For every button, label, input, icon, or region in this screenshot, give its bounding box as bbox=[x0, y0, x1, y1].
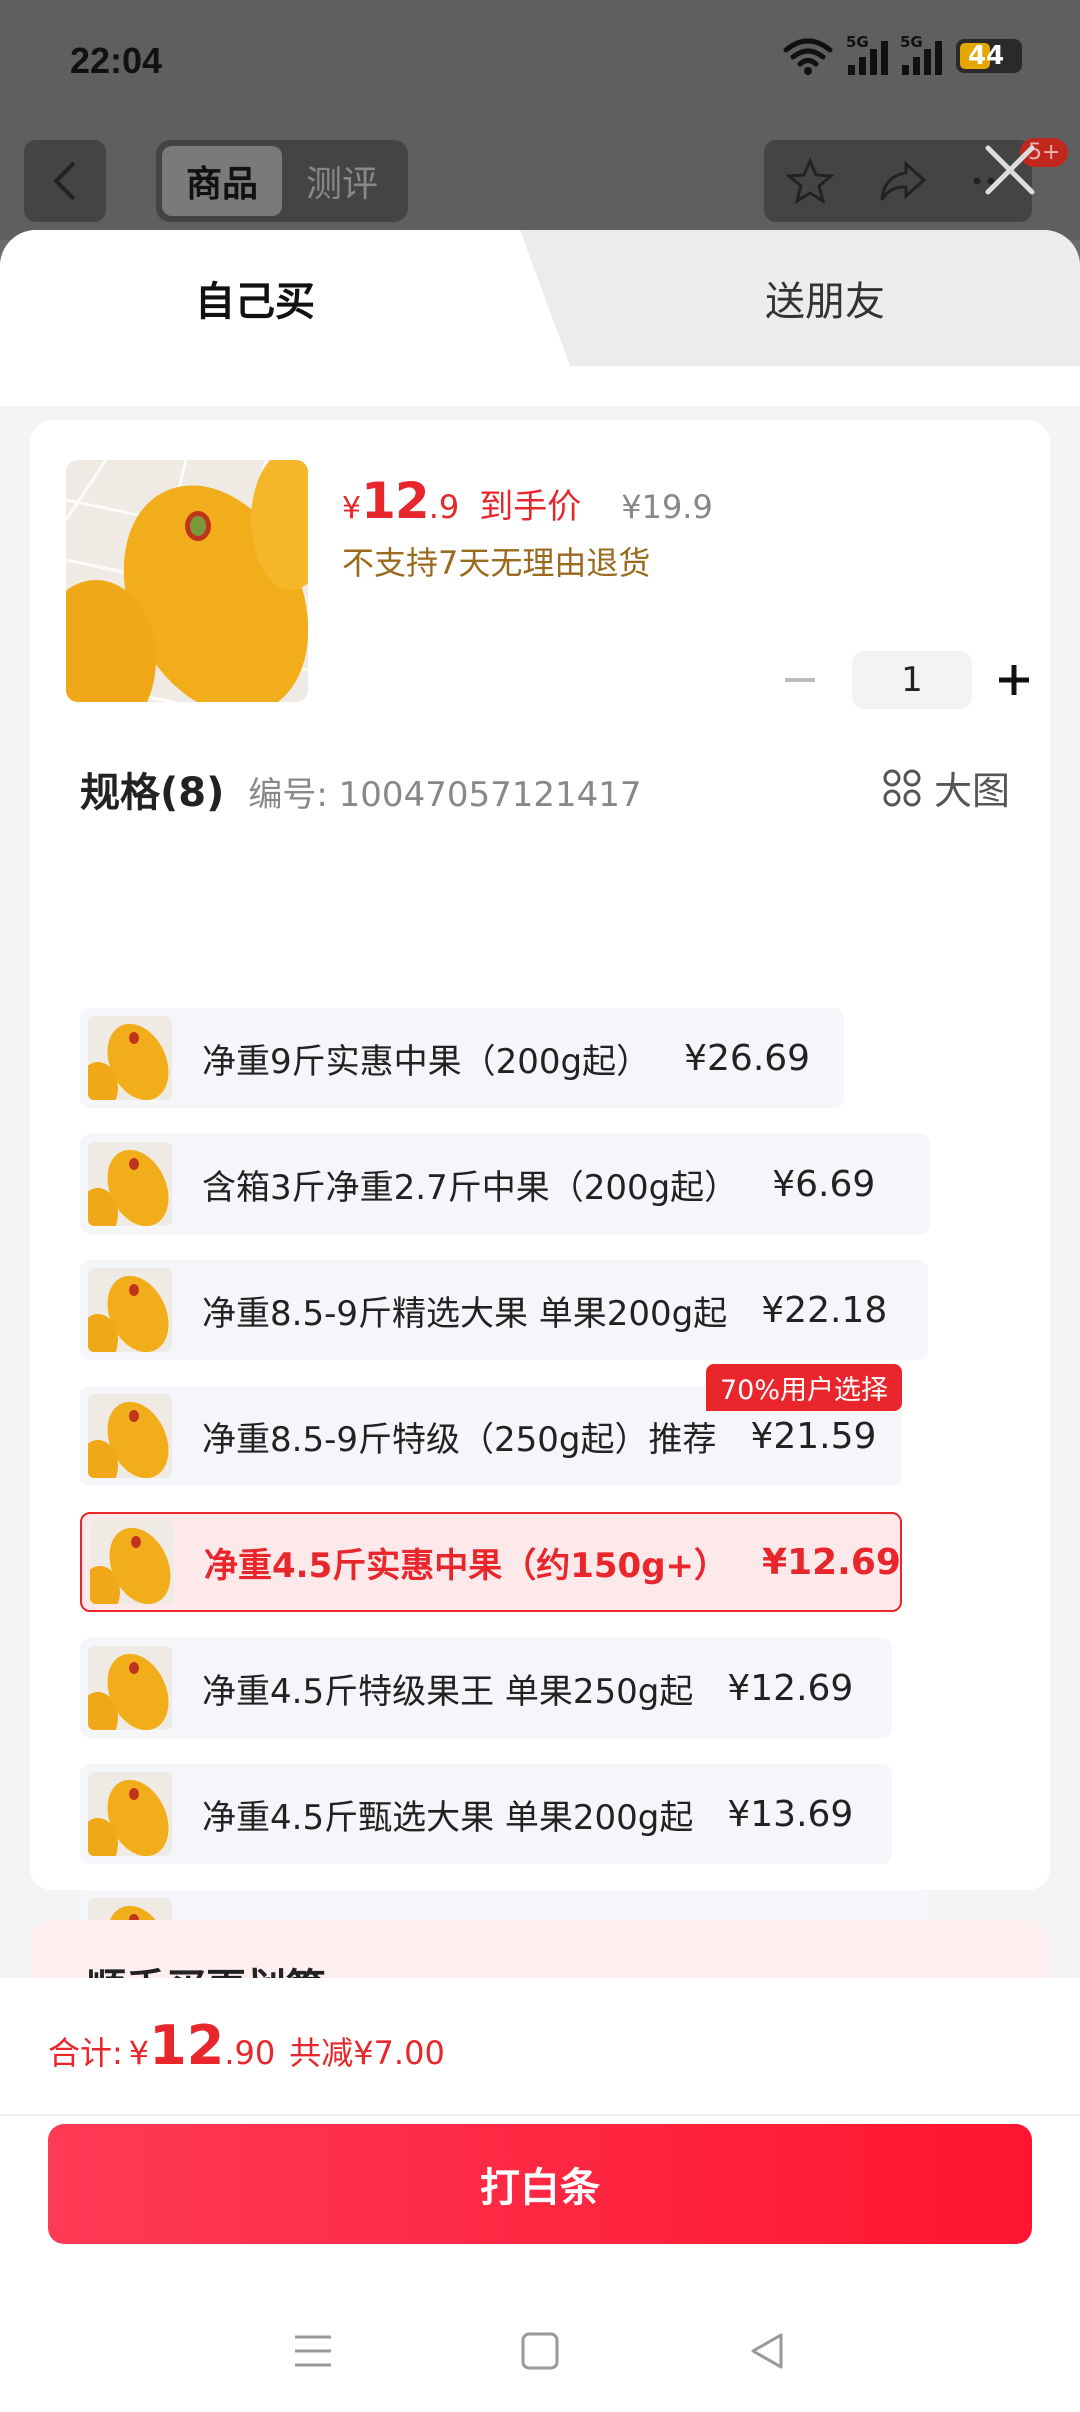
option-thumbnail bbox=[88, 1772, 172, 1856]
tab-product[interactable]: 商品 bbox=[162, 146, 282, 216]
spec-option[interactable]: 净重4.5斤甄选大果 单果200g起 ¥13.69 bbox=[80, 1764, 892, 1864]
tab-divider bbox=[0, 366, 1080, 406]
page-tabs: 商品 测评 bbox=[156, 140, 408, 222]
total-main: 12 bbox=[149, 2014, 225, 2077]
buy-mode-tabs: 送朋友 自己买 bbox=[0, 230, 1080, 366]
battery-level: 44 bbox=[968, 41, 1005, 71]
battery-icon: 44 bbox=[956, 39, 1022, 73]
spec-option[interactable]: 净重4.5斤特级果王 单果250g起 ¥12.69 bbox=[80, 1638, 892, 1738]
price-row: ¥ 12 .9 到手价 ¥19.9 bbox=[342, 472, 713, 530]
big-image-label: 大图 bbox=[933, 769, 1010, 813]
signal-icon-2: 5G bbox=[900, 33, 942, 75]
option-price: ¥13.69 bbox=[727, 1793, 854, 1835]
option-name: 净重4.5斤甄选大果 单果200g起 bbox=[202, 1797, 694, 1838]
signal-icon-1: 5G bbox=[846, 33, 888, 75]
option-name: 含箱3斤净重2.7斤中果（200g起） bbox=[202, 1167, 739, 1208]
price-label: 到手价 bbox=[479, 487, 582, 527]
option-thumbnail bbox=[88, 1142, 172, 1226]
total-currency: ¥ bbox=[128, 2034, 150, 2072]
option-name: 净重9斤实惠中果（200g起） bbox=[202, 1041, 651, 1082]
total-price: 合计: ¥ 12 .90 共减¥7.00 bbox=[48, 2014, 445, 2077]
total-label: 合计: bbox=[48, 2034, 123, 2072]
product-card: ¥ 12 .9 到手价 ¥19.9 不支持7天无理由退货 1 规格(8) 编号:… bbox=[30, 420, 1050, 1990]
tab-send-friend[interactable]: 送朋友 bbox=[570, 230, 1080, 366]
option-name: 净重4.5斤实惠中果（约150g+） bbox=[204, 1545, 729, 1586]
option-name: 净重8.5-9斤精选大果 单果200g起 bbox=[202, 1293, 728, 1334]
checkout-footer: 合计: ¥ 12 .90 共减¥7.00 打白条 bbox=[0, 1978, 1080, 2412]
status-time: 22:04 bbox=[70, 40, 163, 81]
decrease-button[interactable] bbox=[770, 650, 830, 710]
spec-option[interactable]: 净重9斤实惠中果（200g起） ¥26.69 bbox=[80, 1008, 844, 1108]
option-name: 净重4.5斤特级果王 单果250g起 bbox=[202, 1671, 694, 1712]
grid-icon bbox=[883, 769, 921, 806]
quantity-value[interactable]: 1 bbox=[852, 651, 972, 709]
spec-header: 规格(8) 编号: 10047057121417 大图 bbox=[80, 760, 1010, 818]
spec-code: 编号: 10047057121417 bbox=[248, 775, 642, 815]
spec-title: 规格(8) bbox=[80, 770, 225, 816]
option-price: ¥22.18 bbox=[761, 1289, 888, 1331]
tab-buy-self[interactable]: 自己买 bbox=[0, 230, 570, 366]
option-price: ¥6.69 bbox=[772, 1163, 876, 1205]
option-name: 净重8.5-9斤特级（250g起）推荐 bbox=[202, 1419, 717, 1460]
wifi-icon bbox=[783, 38, 833, 75]
price-main: 12 bbox=[361, 472, 430, 530]
plus-icon bbox=[999, 665, 1029, 695]
status-icons: 5G 5G 44 bbox=[782, 33, 1022, 76]
menu-icon[interactable] bbox=[293, 2333, 333, 2369]
home-icon[interactable] bbox=[520, 2331, 560, 2371]
share-icon[interactable] bbox=[876, 156, 930, 206]
status-bar: 22:04 5G 5G 44 bbox=[0, 0, 1080, 120]
option-thumbnail bbox=[88, 1646, 172, 1730]
spec-option[interactable]: 含箱3斤净重2.7斤中果（200g起） ¥6.69 bbox=[80, 1134, 930, 1234]
baitiao-pay-button[interactable]: 打白条 bbox=[48, 2124, 1032, 2244]
popular-tag: 70%用户选择 bbox=[706, 1364, 903, 1411]
total-decimal: .90 bbox=[224, 2034, 276, 2072]
option-price: ¥26.69 bbox=[684, 1037, 811, 1079]
footer-divider bbox=[0, 2114, 1080, 2116]
back-button[interactable] bbox=[24, 140, 106, 222]
big-image-toggle[interactable]: 大图 bbox=[882, 760, 1010, 815]
spec-option[interactable]: 净重8.5-9斤精选大果 单果200g起 ¥22.18 bbox=[80, 1260, 928, 1360]
price-currency: ¥ bbox=[342, 491, 362, 526]
total-savings: 共减¥7.00 bbox=[289, 2034, 445, 2072]
spec-option-selected[interactable]: 净重4.5斤实惠中果（约150g+） ¥12.69 bbox=[80, 1512, 902, 1612]
star-icon[interactable] bbox=[784, 156, 835, 206]
product-image[interactable] bbox=[66, 460, 308, 702]
option-thumbnail bbox=[88, 1394, 172, 1478]
chevron-left-icon bbox=[53, 161, 76, 201]
system-nav-bar bbox=[0, 2296, 1080, 2406]
back-nav-icon[interactable] bbox=[747, 2331, 787, 2371]
option-thumbnail bbox=[88, 1268, 172, 1352]
option-thumbnail bbox=[88, 1016, 172, 1100]
price-decimal: .9 bbox=[428, 488, 460, 526]
minus-icon bbox=[785, 678, 815, 682]
close-icon[interactable] bbox=[980, 140, 1040, 200]
return-policy: 不支持7天无理由退货 bbox=[342, 544, 651, 582]
quantity-stepper: 1 bbox=[770, 650, 1034, 710]
increase-button[interactable] bbox=[994, 650, 1034, 710]
option-thumbnail bbox=[90, 1520, 174, 1604]
option-price: ¥12.69 bbox=[727, 1667, 854, 1709]
option-price: ¥12.69 bbox=[762, 1541, 901, 1583]
mango-image bbox=[66, 460, 308, 702]
option-price: ¥21.59 bbox=[750, 1415, 877, 1457]
tab-review[interactable]: 测评 bbox=[282, 146, 402, 216]
original-price: ¥19.9 bbox=[621, 488, 713, 526]
